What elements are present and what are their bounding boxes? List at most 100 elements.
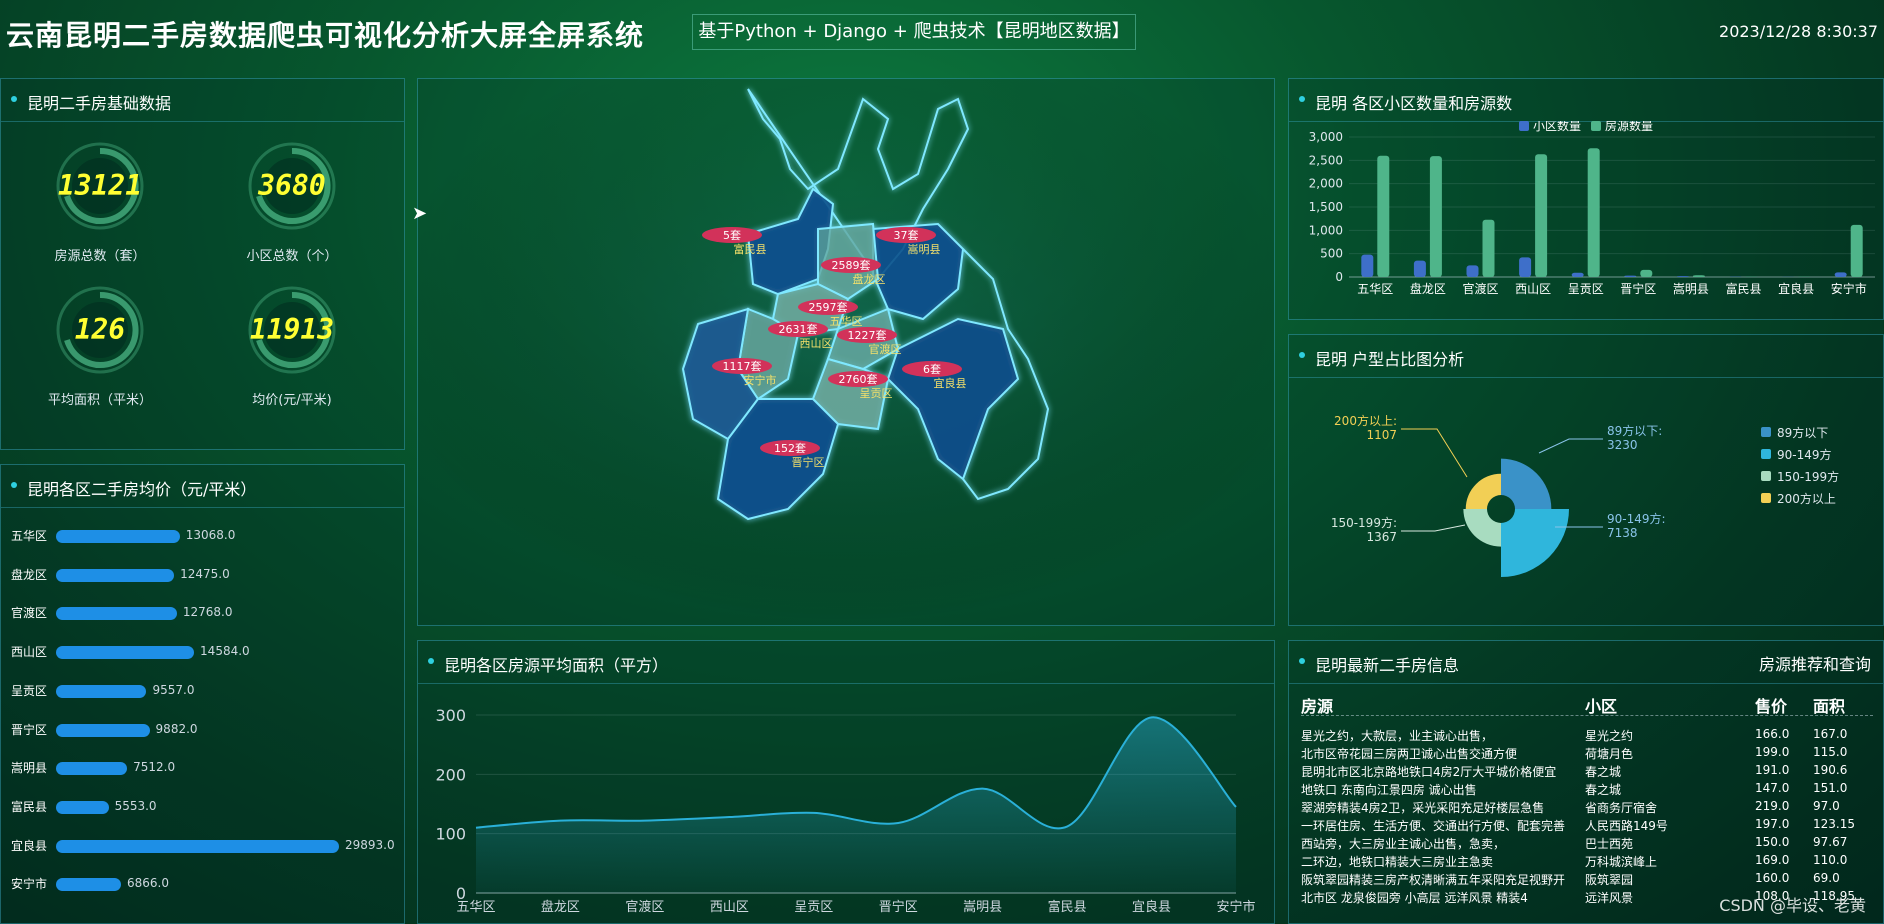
map-count: 6套 bbox=[923, 363, 941, 376]
listing-price: 197.0 bbox=[1755, 817, 1790, 831]
callout-line bbox=[1401, 524, 1466, 532]
price-bar-category: 官渡区 bbox=[11, 606, 48, 621]
listing-price: 191.0 bbox=[1755, 763, 1790, 777]
price-bar-category: 富民县 bbox=[11, 799, 48, 814]
listings-header: 昆明最新二手房信息 房源推荐和查询 bbox=[1289, 641, 1883, 684]
x-tick-label: 呈贡区 bbox=[1568, 282, 1604, 296]
map-district-name: 西山区 bbox=[800, 337, 833, 350]
listing-row[interactable]: 北市区帝花园三房两卫诚心出售交通方便 荷塘月色 199.0 115.0 bbox=[1301, 745, 1871, 763]
recommend-query-link[interactable]: 房源推荐和查询 bbox=[1759, 651, 1871, 675]
x-tick-label: 盘龙区 bbox=[541, 899, 580, 915]
listing-row[interactable]: 地铁口 东南向江景四房 诚心出售 春之城 147.0 151.0 bbox=[1301, 781, 1871, 799]
x-tick-label: 宜良县 bbox=[1778, 281, 1814, 296]
x-tick-label: 富民县 bbox=[1725, 281, 1761, 296]
mouse-cursor-icon: ➤ bbox=[412, 203, 428, 224]
price-bar bbox=[56, 607, 177, 621]
listing-area: 69.0 bbox=[1813, 871, 1840, 885]
legend-label: 房源数量 bbox=[1605, 121, 1653, 133]
listing-title: 西站旁，大三房业主诚心出售，急卖， bbox=[1301, 837, 1506, 851]
listing-row[interactable]: 阪筑翠园精装三房产权清晰满五年采阳充足视野开 阪筑翠园 160.0 69.0 bbox=[1301, 871, 1871, 889]
listing-row[interactable]: 星光之约，大款层，业主诚心出售， 星光之约 166.0 167.0 bbox=[1301, 727, 1871, 745]
map-district-name: 嵩明县 bbox=[908, 243, 941, 256]
listing-row[interactable]: 昆明北市区北京路地铁口4房2厅大平城价格便宜 春之城 191.0 190.6 bbox=[1301, 763, 1871, 781]
y-tick-label: 3,000 bbox=[1309, 130, 1343, 144]
community-count-title: 昆明 各区小区数量和房源数 bbox=[1315, 94, 1513, 113]
listing-title: 阪筑翠园精装三房产权清晰满五年采阳充足视野开 bbox=[1301, 873, 1566, 887]
listing-title: 地铁口 东南向江景四房 诚心出售 bbox=[1301, 783, 1477, 797]
price-bar-value: 6866.0 bbox=[126, 876, 169, 891]
district-price-header: 昆明各区二手房均价（元/平米） bbox=[1, 465, 404, 508]
price-bar-value: 29893.0 bbox=[344, 837, 395, 852]
price-bar-category: 嵩明县 bbox=[11, 761, 48, 776]
listing-price: 150.0 bbox=[1755, 835, 1790, 849]
listing-area: 151.0 bbox=[1813, 781, 1848, 795]
map-count: 2597套 bbox=[809, 301, 848, 314]
x-tick-label: 呈贡区 bbox=[794, 900, 833, 915]
legend-swatch bbox=[1761, 449, 1771, 459]
price-bar-category: 晋宁区 bbox=[11, 722, 48, 737]
listing-row[interactable]: 翠湖旁精装4房2卫，采光采阳充足好楼层急售 省商务厅宿舍 219.0 97.0 bbox=[1301, 799, 1871, 817]
map-district-name: 宜良县 bbox=[934, 376, 967, 390]
header-divider bbox=[1301, 715, 1873, 716]
x-tick-label: 官渡区 bbox=[1462, 281, 1498, 296]
price-bar bbox=[56, 684, 147, 698]
bar-listings bbox=[1640, 269, 1653, 277]
listing-community: 万科城滨峰上 bbox=[1585, 855, 1658, 869]
price-bar-value: 13068.0 bbox=[185, 528, 236, 542]
listing-area: 110.0 bbox=[1813, 853, 1848, 867]
clock: 2023/12/28 8:30:37 bbox=[1719, 22, 1878, 41]
stat-total-listings: 13121 房源总数（套） bbox=[15, 141, 185, 271]
district-area-header: 昆明各区房源平均面积（平方） bbox=[418, 641, 1274, 684]
stat-label: 均价(元/平米) bbox=[252, 393, 332, 408]
x-tick-label: 西山区 bbox=[710, 900, 749, 915]
top-bar: 云南昆明二手房数据爬虫可视化分析大屏全屏系统 基于Python + Django… bbox=[0, 0, 1884, 64]
y-tick-label: 1,500 bbox=[1309, 200, 1343, 214]
basic-stats-title: 昆明二手房基础数据 bbox=[27, 94, 172, 113]
watermark: CSDN @毕设、老黄 bbox=[1719, 896, 1866, 915]
bullet-icon bbox=[11, 482, 17, 488]
price-bar-value: 5553.0 bbox=[114, 798, 157, 813]
x-tick-label: 安宁市 bbox=[1216, 899, 1255, 915]
map-district-name: 盘龙区 bbox=[853, 272, 886, 286]
listing-area: 97.67 bbox=[1813, 835, 1848, 849]
callout-name: 89方以下: bbox=[1607, 423, 1662, 438]
price-bar-value: 9557.0 bbox=[152, 682, 195, 697]
layout-ratio-chart: 89方以下:3230 90-149方:7138 150-199方:1367 200方以… bbox=[1331, 413, 1839, 577]
listing-row[interactable]: 二环边，地铁口精装大三房业主急卖 万科城滨峰上 169.0 110.0 bbox=[1301, 853, 1871, 871]
listing-row[interactable]: 西站旁，大三房业主诚心出售，急卖， 巴士西苑 150.0 97.67 bbox=[1301, 835, 1871, 853]
price-bar-category: 安宁市 bbox=[11, 877, 48, 892]
bar-communities bbox=[1361, 254, 1374, 277]
stat-label: 房源总数（套） bbox=[54, 249, 146, 264]
legend-swatch bbox=[1519, 121, 1529, 131]
pie-slice bbox=[1501, 458, 1552, 509]
x-tick-label: 嵩明县 bbox=[1673, 282, 1709, 296]
map-panel: 5套 富民县 37套 嵩明县 2589套 盘龙区 2597套 五华区 2631套 西山区 1227套… bbox=[412, 78, 1275, 626]
price-bar-value: 14584.0 bbox=[200, 644, 250, 659]
price-bar-row: 安宁市 6866.0 bbox=[11, 873, 406, 893]
x-tick-label: 五华区 bbox=[456, 900, 495, 915]
listing-area: 123.15 bbox=[1813, 817, 1855, 831]
district-price-title: 昆明各区二手房均价（元/平米） bbox=[27, 480, 257, 499]
page-title: 云南昆明二手房数据爬虫可视化分析大屏全屏系统 bbox=[6, 19, 645, 52]
price-bar bbox=[56, 723, 150, 737]
price-bar-category: 宜良县 bbox=[11, 838, 48, 853]
listing-area: 167.0 bbox=[1813, 727, 1848, 741]
x-tick-label: 官渡区 bbox=[625, 899, 664, 915]
stat-value: 13121 bbox=[57, 169, 143, 202]
listing-community: 春之城 bbox=[1585, 765, 1622, 779]
callout-value: 1107 bbox=[1366, 428, 1397, 442]
community-count-panel: 昆明 各区小区数量和房源数 0 500 1,000 1,500 2,000 2,500 3,… bbox=[1288, 78, 1884, 320]
price-bar-row: 晋宁区 9882.0 bbox=[11, 719, 406, 739]
callout-name: 200方以上: bbox=[1334, 413, 1397, 428]
price-bar-value: 9882.0 bbox=[155, 721, 198, 736]
price-bar bbox=[56, 530, 180, 543]
legend-swatch bbox=[1761, 471, 1771, 481]
layout-ratio-panel: 昆明 户型占比图分析 89方以下: 3230 90-149方: 7138 150-199… bbox=[1288, 334, 1884, 626]
legend-swatch bbox=[1591, 121, 1601, 131]
callout-value: 3230 bbox=[1607, 438, 1638, 452]
listing-row[interactable]: 一环居住房、生活方便、交通出行方便、配套完善 人民西路149号 197.0 123.1… bbox=[1301, 817, 1871, 835]
map-count: 37套 bbox=[894, 229, 919, 242]
legend-swatch bbox=[1761, 427, 1771, 437]
district-area-chart: 0100200300五华区 盘龙区 官渡区 西山区 呈贡区 晋宁区 嵩明县 富民县 宜良县 安宁市 bbox=[435, 706, 1255, 915]
listing-community: 人民西路149号 bbox=[1585, 819, 1668, 833]
